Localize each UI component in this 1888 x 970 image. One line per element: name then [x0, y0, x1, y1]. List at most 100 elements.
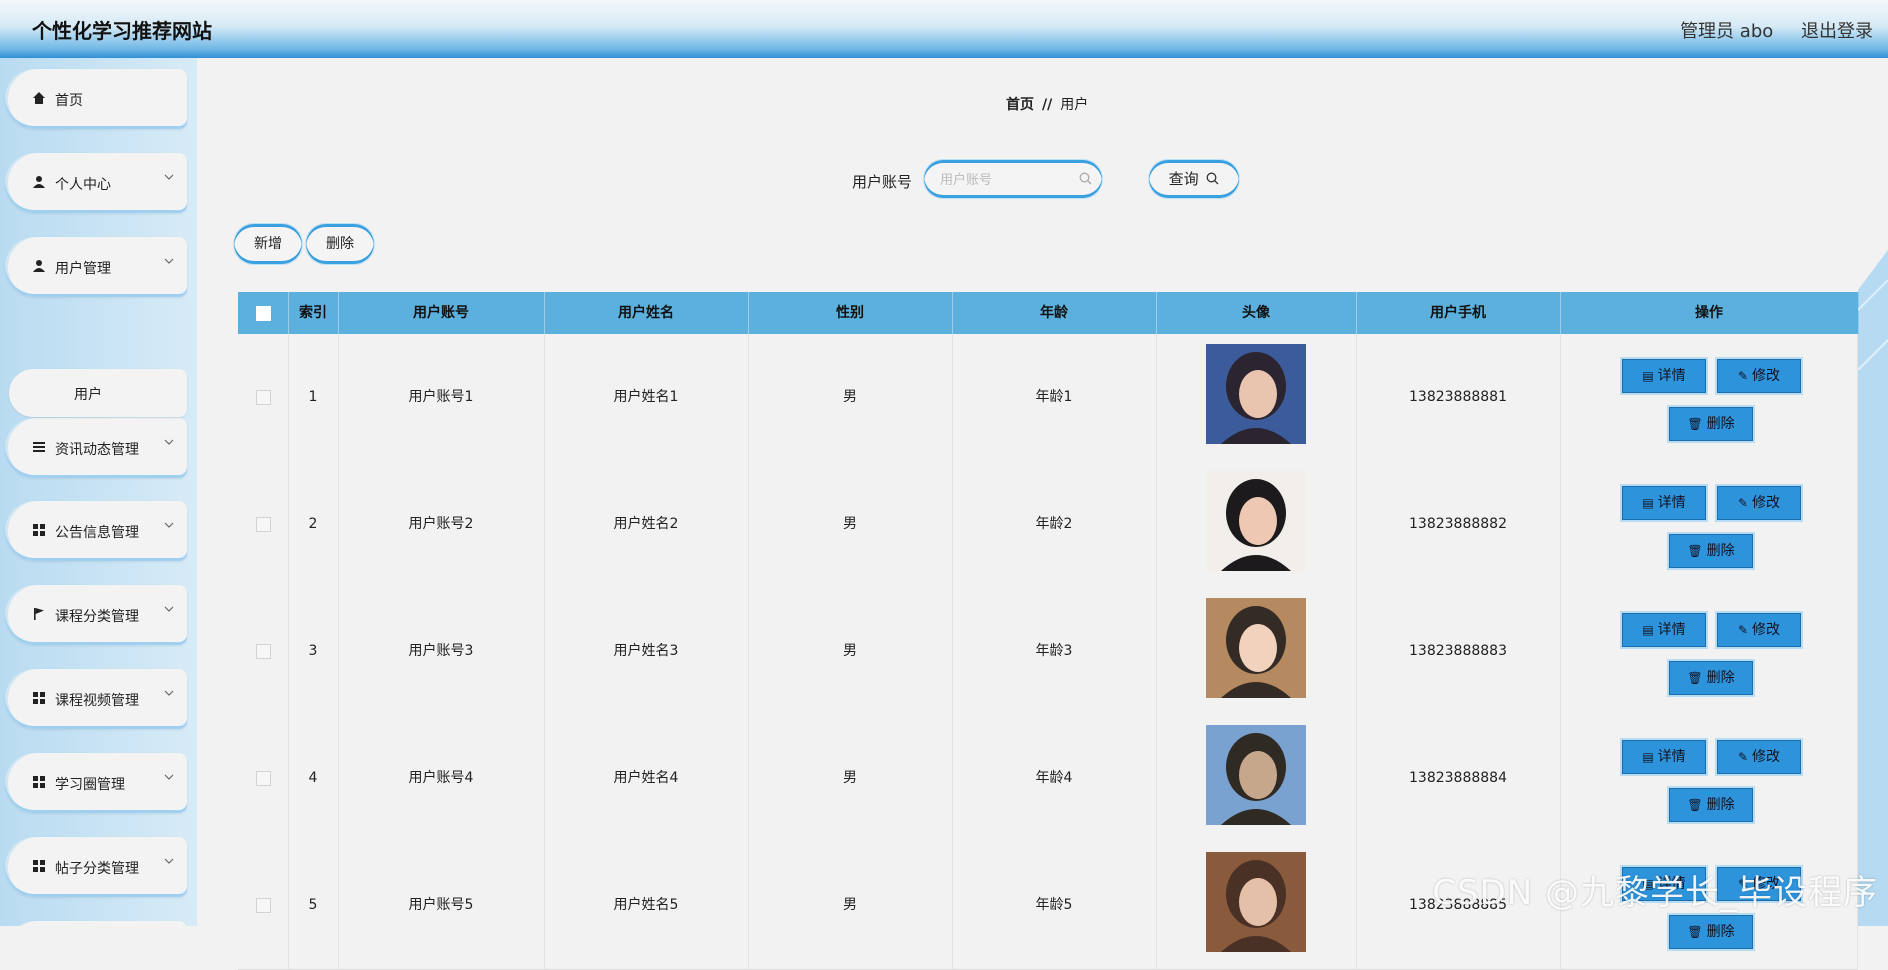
trash-icon: 🗑: [1687, 671, 1703, 685]
sidebar-item-9[interactable]: 系统管理: [5, 921, 187, 926]
table-header: 索引 用户账号 用户姓名 性别 年龄 头像 用户手机 操作: [238, 292, 1859, 334]
sidebar-item-label: 用户管理: [55, 261, 111, 277]
chevron-down-icon: [163, 436, 175, 448]
row-checkbox[interactable]: [255, 389, 271, 405]
breadcrumb-home[interactable]: 首页: [1006, 97, 1034, 113]
delete-button[interactable]: 🗑 删除: [1669, 915, 1753, 949]
cell-name: 用户姓名5: [544, 842, 749, 969]
cell-actions: ▤ 详情 ✎ 修改 🗑 删除: [1560, 715, 1858, 842]
cell-index: 3: [288, 588, 339, 715]
batch-delete-button[interactable]: 删除: [306, 224, 374, 264]
avatar-image[interactable]: [1206, 598, 1306, 698]
logout-link[interactable]: 退出登录: [1801, 21, 1873, 42]
sidebar-item-7[interactable]: 学习圈管理: [5, 753, 187, 813]
cell-avatar: [1156, 588, 1357, 715]
query-button[interactable]: 查询: [1149, 160, 1239, 198]
pencil-icon: ✎: [1737, 496, 1749, 510]
table-row: 3 用户账号3 用户姓名3 男年龄3 13823888883 ▤ 详情 ✎ 修改 🗑 删除: [238, 588, 1858, 716]
watermark: CSDN @九黎学长_毕设程序: [1432, 873, 1878, 913]
trash-icon: 🗑: [1687, 798, 1703, 812]
sidebar-item-6[interactable]: 课程视频管理: [5, 669, 187, 729]
decorative-stripes: [1858, 250, 1888, 926]
column-header: 年龄: [952, 292, 1157, 334]
cell-phone: 13823888882: [1356, 461, 1561, 588]
cell-account: 用户账号2: [338, 461, 545, 588]
detail-button[interactable]: ▤ 详情: [1622, 740, 1706, 774]
detail-button[interactable]: ▤ 详情: [1622, 613, 1706, 647]
grid-icon: [31, 858, 47, 874]
cell-gender: 男: [748, 461, 953, 588]
search-input[interactable]: [938, 169, 1082, 191]
pencil-icon: ✎: [1737, 369, 1749, 383]
edit-button[interactable]: ✎ 修改: [1717, 486, 1801, 520]
breadcrumb: 首页 // 用户: [1006, 94, 1088, 114]
chevron-down-icon: [163, 255, 175, 267]
edit-button-label: 修改: [1752, 495, 1781, 511]
chevron-down-icon: [163, 855, 175, 867]
edit-button[interactable]: ✎ 修改: [1717, 740, 1801, 774]
row-checkbox-cell: [238, 715, 289, 842]
cell-avatar: [1156, 842, 1357, 969]
pencil-icon: ✎: [1737, 750, 1749, 764]
cell-name: 用户姓名3: [544, 588, 749, 715]
avatar-image[interactable]: [1206, 471, 1306, 571]
cell-avatar: [1156, 334, 1357, 461]
person-icon: [31, 258, 47, 274]
column-header: 用户账号: [338, 292, 545, 334]
cell-actions: ▤ 详情 ✎ 修改 🗑 删除: [1560, 334, 1858, 461]
detail-button[interactable]: ▤ 详情: [1622, 486, 1706, 520]
sidebar-item-5[interactable]: 课程分类管理: [5, 585, 187, 645]
app-title: 个性化学习推荐网站: [32, 19, 212, 43]
grid-icon: [31, 690, 47, 706]
sidebar-item-4[interactable]: 公告信息管理: [5, 501, 187, 561]
search-icon: [1079, 172, 1092, 185]
cell-avatar: [1156, 715, 1357, 842]
delete-button[interactable]: 🗑 删除: [1669, 788, 1753, 822]
detail-button[interactable]: ▤ 详情: [1622, 359, 1706, 393]
edit-button-label: 修改: [1752, 368, 1781, 384]
sidebar-item-0[interactable]: 首页: [5, 69, 187, 129]
avatar-image[interactable]: [1206, 344, 1306, 444]
sidebar: 首页个人中心用户管理资讯动态管理 公告信息管理 课程分类管理 课程视频管理学习圈管理帖…: [0, 58, 197, 926]
cell-actions: ▤ 详情 ✎ 修改 🗑 删除: [1560, 588, 1858, 715]
row-checkbox[interactable]: [255, 897, 271, 913]
edit-button[interactable]: ✎ 修改: [1717, 359, 1801, 393]
add-button[interactable]: 新增: [234, 224, 302, 264]
select-all-checkbox[interactable]: [255, 305, 271, 321]
cell-gender: 男: [748, 588, 953, 715]
cell-phone: 13823888881: [1356, 334, 1561, 461]
delete-button-label: 删除: [1706, 416, 1735, 432]
sidebar-item-1[interactable]: 个人中心: [5, 153, 187, 213]
delete-button[interactable]: 🗑 删除: [1669, 534, 1753, 568]
edit-button-label: 修改: [1752, 749, 1781, 765]
sidebar-item-8[interactable]: 帖子分类管理: [5, 837, 187, 897]
edit-button-label: 修改: [1752, 622, 1781, 638]
delete-button[interactable]: 🗑 删除: [1669, 407, 1753, 441]
sidebar-item-2[interactable]: 用户管理: [5, 237, 187, 297]
document-icon: ▤: [1642, 750, 1654, 764]
delete-button[interactable]: 🗑 删除: [1669, 661, 1753, 695]
cell-index: 4: [288, 715, 339, 842]
table-row: 4 用户账号4 用户姓名4 男年龄4 13823888884 ▤ 详情 ✎ 修改 🗑 删除: [238, 715, 1858, 843]
avatar-image[interactable]: [1206, 852, 1306, 952]
sidebar-subitem-user[interactable]: 用户: [9, 369, 187, 417]
avatar-image[interactable]: [1206, 725, 1306, 825]
chevron-down-icon: [163, 687, 175, 699]
chevron-down-icon: [163, 771, 175, 783]
top-bar: 个性化学习推荐网站 管理员 abo 退出登录: [0, 0, 1888, 58]
row-checkbox[interactable]: [255, 516, 271, 532]
cell-account: 用户账号1: [338, 334, 545, 461]
row-checkbox[interactable]: [255, 643, 271, 659]
row-checkbox[interactable]: [255, 770, 271, 786]
edit-button[interactable]: ✎ 修改: [1717, 613, 1801, 647]
detail-button-label: 详情: [1657, 749, 1686, 765]
sidebar-item-label: 学习圈管理: [55, 777, 125, 793]
pencil-icon: ✎: [1737, 623, 1749, 637]
query-button-label: 查询: [1168, 170, 1199, 188]
flag-icon: [31, 606, 47, 622]
cell-index: 5: [288, 842, 339, 969]
cell-index: 2: [288, 461, 339, 588]
sidebar-item-3[interactable]: 资讯动态管理: [5, 418, 187, 478]
header-checkbox-cell: [238, 292, 289, 334]
column-header: 用户手机: [1356, 292, 1561, 334]
